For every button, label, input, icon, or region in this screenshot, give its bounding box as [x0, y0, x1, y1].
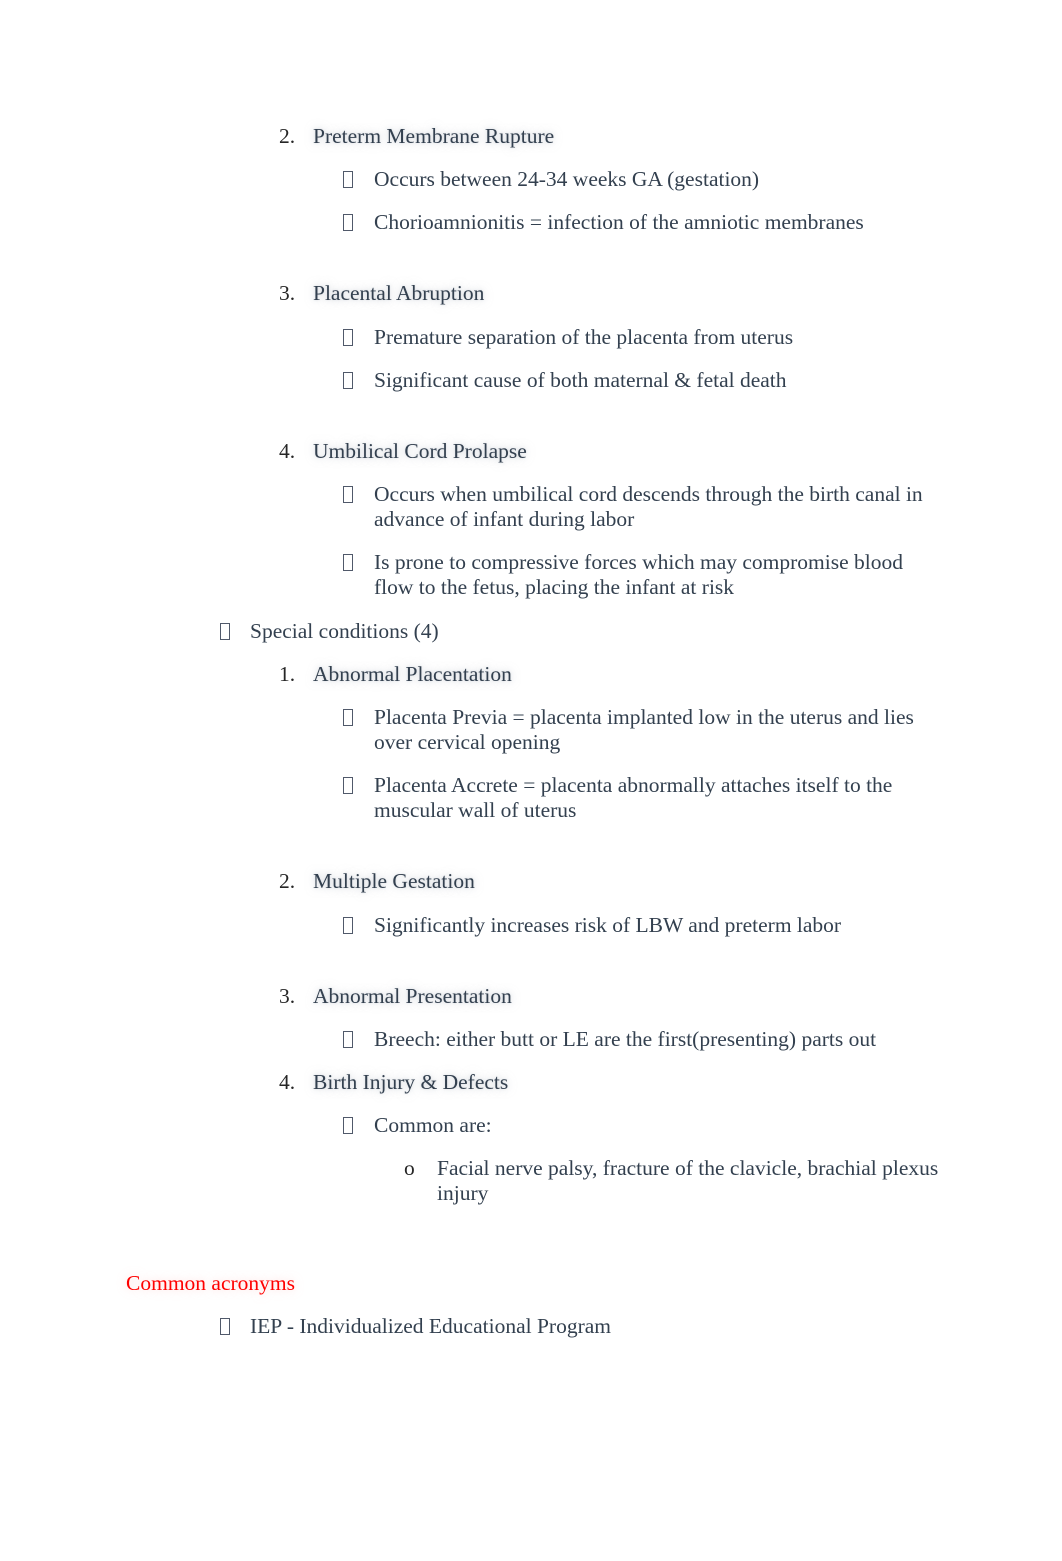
list-marker-number: 2. — [279, 869, 296, 894]
list-item-placenta-previa: Placenta Previa = placenta implanted low… — [0, 705, 1062, 755]
list-item-label: Occurs between 24-34 weeks GA (gestation… — [374, 167, 760, 192]
bullet-tofu-icon — [220, 619, 250, 644]
bullet-tofu-icon — [343, 773, 374, 798]
list-item-label: Premature separation of the placenta fro… — [374, 324, 794, 349]
list-item-label: Placental Abruption — [313, 281, 485, 306]
list-item-mg-lbw: Significantly increases risk of LBW and … — [0, 913, 1062, 938]
list-marker-number: 3. — [279, 983, 296, 1008]
bullet-tofu-icon — [343, 1027, 374, 1052]
list-item-injury-list: o Facial nerve palsy, fracture of the cl… — [0, 1156, 1062, 1206]
list-item-common-are: Common are: — [0, 1113, 1062, 1138]
bullet-tofu-icon — [343, 210, 374, 235]
list-item-label: Birth Injury & Defects — [313, 1069, 509, 1094]
list-item-placental-abruption: 3. Placental Abruption — [0, 281, 1062, 306]
bullet-tofu-icon — [343, 368, 374, 393]
list-item-abnormal-placentation: 1. Abnormal Placentation — [0, 662, 1062, 687]
list-marker-number: 4. — [279, 1069, 296, 1094]
section-heading-common-acronyms: Common acronyms — [126, 1270, 295, 1295]
list-item-preterm-membrane-rupture: 2. Preterm Membrane Rupture — [0, 124, 1062, 149]
bullet-tofu-icon — [343, 1113, 374, 1138]
list-item-label: Preterm Membrane Rupture — [313, 124, 555, 148]
list-item-label: Special conditions (4) — [250, 618, 439, 643]
list-item-abnormal-presentation: 3. Abnormal Presentation — [0, 984, 1062, 1009]
list-marker-number: 1. — [279, 661, 296, 686]
list-item-label: Placenta Previa = placenta implanted low… — [374, 704, 914, 754]
list-item-iep: IEP - Individualized Educational Program — [0, 1314, 1062, 1339]
bullet-tofu-icon — [343, 550, 374, 575]
list-item-label: Occurs when umbilical cord descends thro… — [374, 481, 923, 532]
bullet-tofu-icon — [343, 705, 374, 730]
document-page: 2. Preterm Membrane Rupture Occurs betwe… — [0, 0, 1062, 1561]
list-marker-circle-o: o — [404, 1156, 415, 1181]
bullet-tofu-icon — [343, 325, 374, 350]
bullet-tofu-icon — [220, 1314, 250, 1339]
list-item-pa-separation: Premature separation of the placenta fro… — [0, 325, 1062, 350]
list-item-label: Significantly increases risk of LBW and … — [374, 912, 842, 937]
list-item-umbilical-cord-prolapse: 4. Umbilical Cord Prolapse — [0, 439, 1062, 464]
list-item-label: Is prone to compressive forces which may… — [374, 550, 904, 600]
list-item-label: Significant cause of both maternal & fet… — [374, 367, 787, 392]
list-item-label: Common are: — [374, 1113, 492, 1138]
list-item-special-conditions: Special conditions (4) — [0, 619, 1062, 644]
list-item-birth-injury-defects: 4. Birth Injury & Defects — [0, 1070, 1062, 1095]
list-item-label: Placenta Accrete = placenta abnormally a… — [374, 773, 893, 823]
list-item-label: IEP - Individualized Educational Program — [250, 1313, 612, 1338]
list-marker-number: 3. — [279, 281, 296, 306]
bullet-tofu-icon — [343, 167, 374, 192]
list-item-label: Breech: either butt or LE are the first(… — [374, 1026, 877, 1051]
list-marker-number: 2. — [279, 124, 296, 148]
list-item-label: Abnormal Presentation — [313, 983, 512, 1008]
list-item-label: Umbilical Cord Prolapse — [313, 438, 527, 463]
list-item-ucp-descends: Occurs when umbilical cord descends thro… — [0, 482, 1062, 532]
list-marker-number: 4. — [279, 438, 296, 463]
list-item-pmr-ga: Occurs between 24-34 weeks GA (gestation… — [0, 167, 1062, 192]
list-item-label: Chorioamnionitis = infection of the amni… — [374, 210, 864, 235]
list-item-ucp-compressive: Is prone to compressive forces which may… — [0, 550, 1062, 600]
list-item-multiple-gestation: 2. Multiple Gestation — [0, 869, 1062, 894]
list-item-placenta-accrete: Placenta Accrete = placenta abnormally a… — [0, 773, 1062, 823]
list-item-label: Abnormal Placentation — [313, 661, 512, 686]
list-item-pmr-chorioamnionitis: Chorioamnionitis = infection of the amni… — [0, 210, 1062, 235]
list-item-label: Multiple Gestation — [313, 869, 475, 894]
document-content: 2. Preterm Membrane Rupture Occurs betwe… — [0, 0, 1062, 1339]
list-item-pa-death: Significant cause of both maternal & fet… — [0, 368, 1062, 393]
bullet-tofu-icon — [343, 482, 374, 507]
list-item-breech: Breech: either butt or LE are the first(… — [0, 1027, 1062, 1052]
list-item-label: Facial nerve palsy, fracture of the clav… — [437, 1156, 939, 1206]
bullet-tofu-icon — [343, 913, 374, 938]
